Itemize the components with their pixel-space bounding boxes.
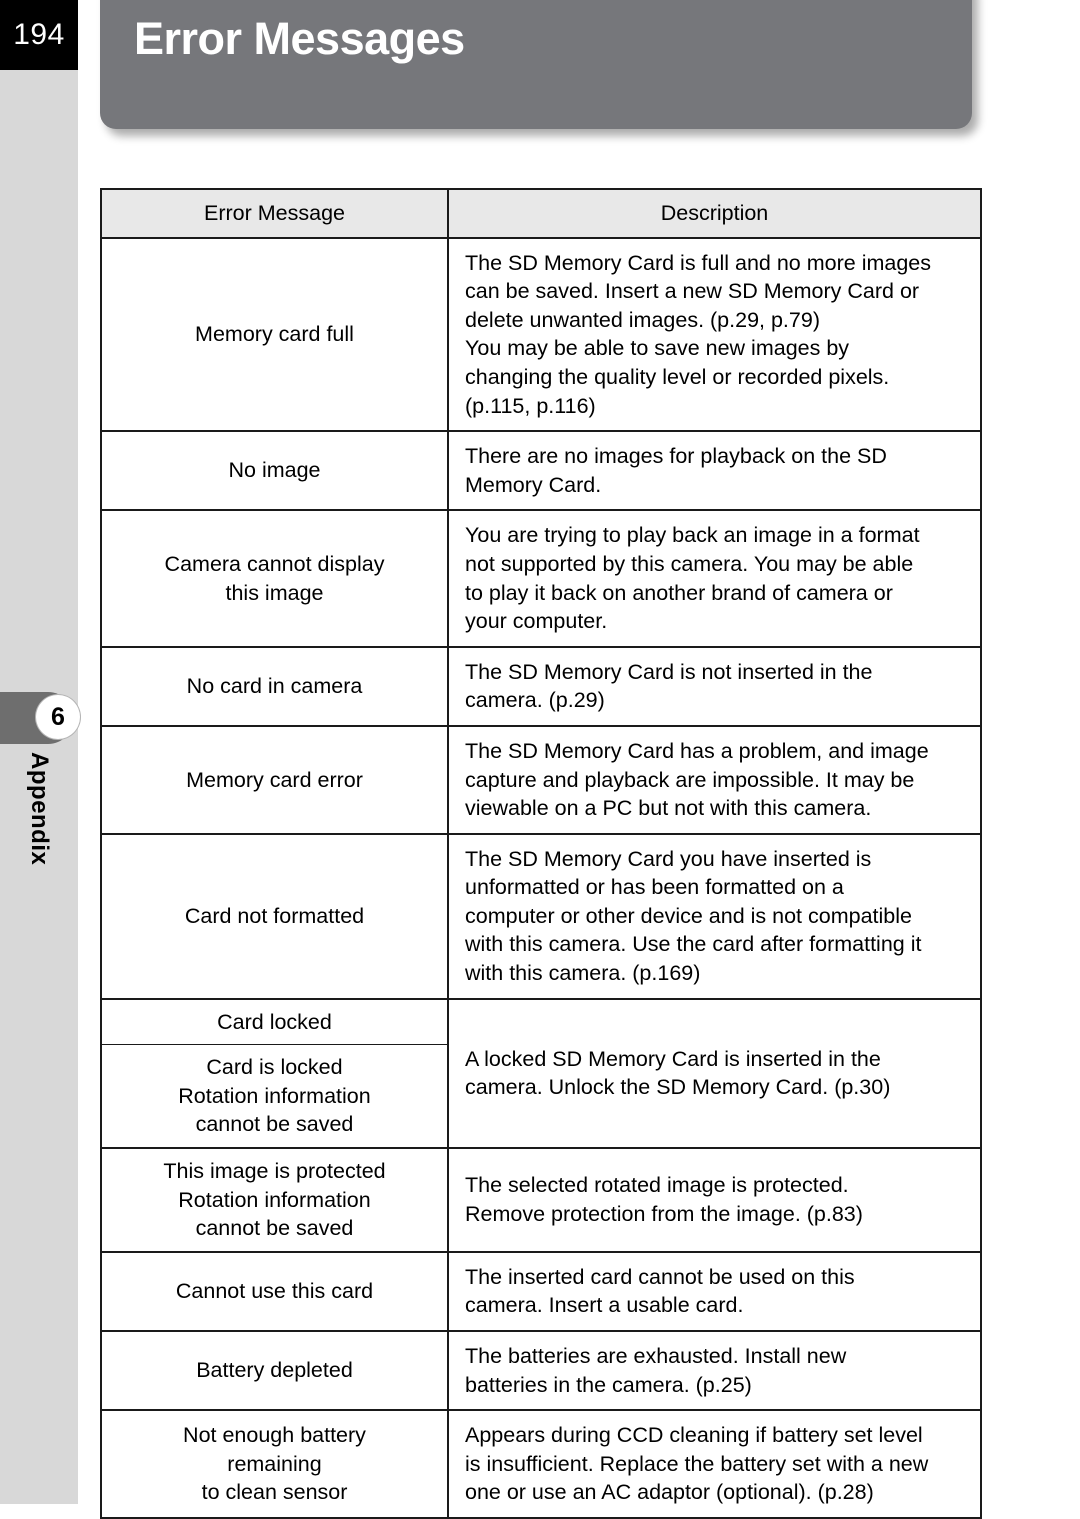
error-message-cell: Memory card full: [100, 236, 449, 433]
table-header-row: Error Message Description: [100, 188, 982, 239]
cell-line: unformatted or has been formatted on a: [465, 875, 844, 900]
cell-line: one or use an AC adaptor (optional). (p.…: [465, 1480, 874, 1505]
cell-line: delete unwanted images. (p.29, p.79): [465, 307, 820, 332]
cell-line: Memory card error: [186, 767, 363, 792]
table-row: This image is protected Rotation informat…: [100, 1147, 982, 1253]
table-row: Camera cannot display this image You are t…: [100, 509, 982, 648]
error-message-cell: Battery depleted: [100, 1329, 449, 1412]
table-body: Memory card full The SD Memory Card is fu…: [100, 236, 982, 1519]
cell-line: You are trying to play back an image in …: [465, 523, 920, 548]
error-message-cell: Camera cannot display this image: [100, 509, 449, 648]
description-cell: The SD Memory Card is not inserted in th…: [447, 645, 982, 727]
table-row: Battery depleted The batteries are exhaus…: [100, 1329, 982, 1412]
cell-line: The SD Memory Card has a problem, and im…: [465, 738, 929, 763]
error-message-cell: Memory card error: [100, 724, 449, 835]
description-cell: The selected rotated image is protected.…: [447, 1147, 982, 1253]
error-message-cell: No image: [100, 430, 449, 512]
cell-line: not supported by this camera. You may be…: [465, 551, 914, 576]
cell-line: Memory Card.: [465, 472, 602, 497]
cell-line: No image: [228, 458, 321, 483]
cell-line: Battery depleted: [196, 1358, 353, 1383]
error-message-cell: Card not formatted: [100, 832, 449, 1000]
description-cell: The SD Memory Card is full and no more i…: [447, 236, 982, 433]
cell-line: can be saved. Insert a new SD Memory Car…: [465, 279, 920, 304]
cell-line: A locked SD Memory Card is inserted in t…: [465, 1046, 881, 1071]
description-cell: The SD Memory Card has a problem, and im…: [447, 724, 982, 835]
description-cell: The batteries are exhausted. Install new…: [447, 1329, 982, 1412]
cell-line: The SD Memory Card you have inserted is: [465, 846, 872, 871]
cell-line: changing the quality level or recorded p…: [465, 364, 890, 389]
description-cell: Appears during CCD cleaning if battery s…: [447, 1409, 982, 1519]
error-message-cell: Not enough battery remaining to clean sens…: [100, 1409, 449, 1519]
description-cell: A locked SD Memory Card is inserted in t…: [447, 997, 982, 1150]
cell-line: The batteries are exhausted. Install new: [465, 1344, 847, 1368]
page-title: Error Messages: [134, 13, 465, 64]
cell-line: Appears during CCD cleaning if battery s…: [465, 1423, 923, 1448]
table-header: Error Message Description: [100, 188, 982, 239]
error-message-cell: Cannot use this card: [100, 1250, 449, 1333]
description-cell: There are no images for playback on the …: [447, 430, 982, 512]
cell-line: your computer.: [465, 609, 608, 634]
cell-line: camera. (p.29): [465, 688, 605, 713]
cell-line: remaining: [227, 1451, 322, 1476]
cell-line: computer or other device and is not comp…: [465, 903, 912, 928]
description-cell: The inserted card cannot be used on this…: [447, 1250, 982, 1333]
table-row: Memory card error The SD Memory Card has …: [100, 724, 982, 835]
description-cell: The SD Memory Card you have inserted is u…: [447, 832, 982, 1000]
description-cell: You are trying to play back an image in …: [447, 509, 982, 648]
cell-line: Card is locked: [206, 1055, 343, 1080]
table-row: No card in camera The SD Memory Card is n…: [100, 645, 982, 727]
cell-line: with this camera. Use the card after for…: [465, 932, 922, 957]
page-number: 194: [0, 0, 78, 70]
cell-line: to clean sensor: [201, 1480, 348, 1505]
table-row: Card locked A locked SD Memory Card is in…: [100, 997, 982, 1150]
cell-line: You may be able to save new images by: [465, 336, 850, 361]
cell-line: cannot be saved: [195, 1216, 354, 1241]
cell-line: No card in camera: [186, 674, 363, 699]
table-row: Cannot use this card The inserted card ca…: [100, 1250, 982, 1333]
cell-line: camera. Insert a usable card.: [465, 1293, 744, 1318]
cell-line: viewable on a PC but not with this camer…: [465, 796, 872, 821]
table-row: Memory card full The SD Memory Card is fu…: [100, 236, 982, 433]
chapter-label-text: Appendix: [26, 752, 53, 866]
cell-line: The SD Memory Card is not inserted in th…: [465, 659, 873, 684]
cell-line: to play it back on another brand of came…: [465, 580, 893, 605]
cell-line: The inserted card cannot be used on this: [465, 1264, 855, 1289]
cell-line: Card locked: [217, 1009, 332, 1034]
cell-line: Card not formatted: [184, 903, 365, 928]
cell-line: Cannot use this card: [175, 1279, 374, 1304]
chapter-number-badge: 6: [36, 695, 80, 739]
chapter-label: Appendix: [0, 752, 78, 912]
error-message-cell: No card in camera: [100, 645, 449, 727]
cell-line: Not enough battery: [183, 1423, 366, 1448]
cell-line: cannot be saved: [195, 1112, 354, 1137]
cell-line: Remove protection from the image. (p.83): [465, 1201, 863, 1226]
table-row: No image There are no images for playback…: [100, 430, 982, 512]
cell-line: camera. Unlock the SD Memory Card. (p.30…: [465, 1075, 891, 1100]
cell-line: is insufficient. Replace the battery set…: [465, 1451, 929, 1476]
cell-line: (p.115, p.116): [465, 393, 596, 418]
cell-line: The SD Memory Card is full and no more i…: [465, 250, 932, 275]
table-row: Not enough battery remaining to clean sens…: [100, 1409, 982, 1519]
cell-line: This image is protected: [163, 1159, 386, 1184]
cell-line: with this camera. (p.169): [465, 961, 701, 986]
error-messages-table: Error Message Description Memory card fu…: [100, 188, 982, 1519]
cell-line: batteries in the camera. (p.25): [465, 1372, 752, 1397]
column-header-error-message: Error Message: [100, 188, 449, 239]
cell-line: capture and playback are impossible. It …: [465, 767, 915, 792]
cell-line: Camera cannot display: [164, 551, 385, 576]
cell-line: The selected rotated image is protected.: [465, 1173, 849, 1198]
error-message-cell: Card locked: [100, 997, 449, 1046]
cell-line: Rotation information: [178, 1187, 371, 1212]
error-message-cell: Card is locked Rotation information cannot…: [100, 1044, 449, 1150]
cell-line: this image: [225, 580, 324, 605]
cell-line: Memory card full: [195, 322, 354, 347]
table-row: Card not formatted The SD Memory Card you…: [100, 832, 982, 1000]
error-message-cell: This image is protected Rotation informat…: [100, 1147, 449, 1253]
column-header-description: Description: [447, 188, 982, 239]
cell-line: Rotation information: [178, 1083, 371, 1108]
cell-line: There are no images for playback on the …: [465, 444, 887, 469]
